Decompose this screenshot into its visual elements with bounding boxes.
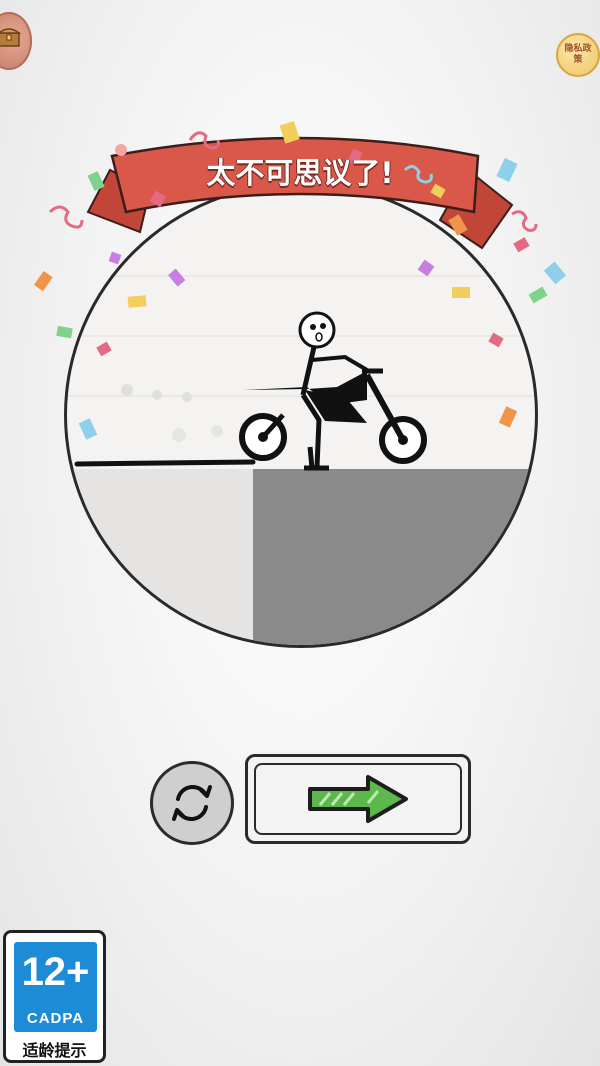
age-rating-panel: 12+ CADPA [14,942,97,1032]
arrow-right-icon [308,775,408,823]
age-rating-number: 12+ [21,950,90,994]
celebration-banner-layer [33,120,567,440]
banner-title: 太不可思议了! [206,156,394,190]
refresh-icon [172,784,212,822]
age-rating-org: CADPA [26,1010,85,1027]
age-rating-badge: 12+ CADPA 适龄提示 [3,930,106,1063]
next-level-button[interactable] [245,754,471,844]
age-rating-tip: 适龄提示 [22,1041,87,1060]
retry-button[interactable] [150,761,234,845]
